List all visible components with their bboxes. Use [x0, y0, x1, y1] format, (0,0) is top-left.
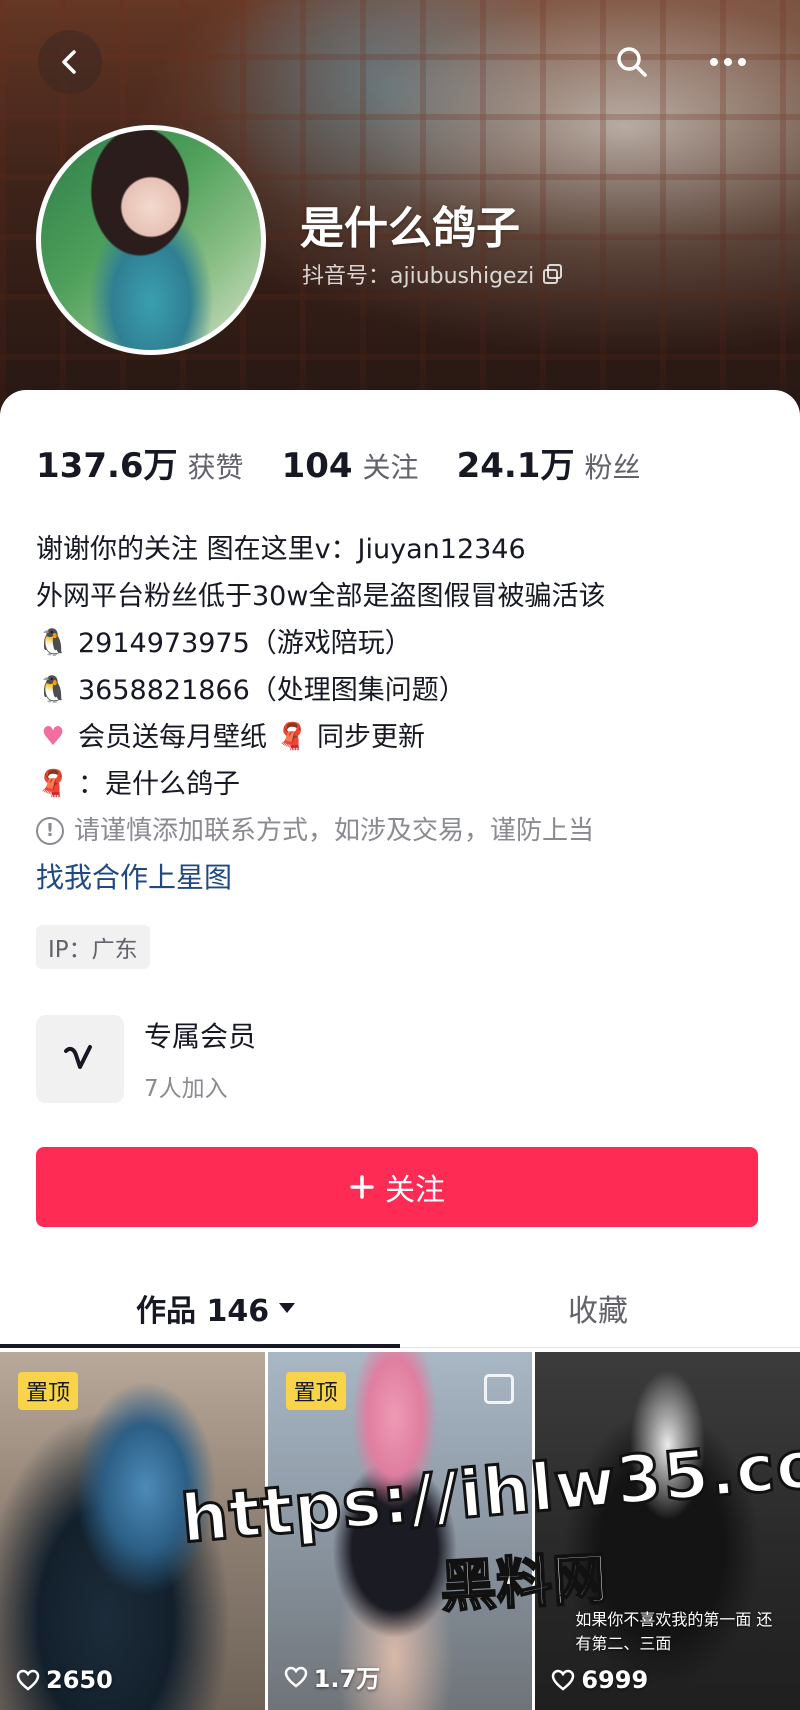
video-likes: 6999	[551, 1666, 648, 1694]
more-dots-icon	[710, 58, 746, 66]
plus-icon	[350, 1175, 374, 1199]
video-likes-count: 6999	[581, 1666, 649, 1694]
scarf-icon: 🧣	[275, 722, 309, 752]
video-likes-count: 2650	[46, 1666, 113, 1694]
pinned-badge: 置顶	[18, 1372, 79, 1410]
scarf-icon: 🧣	[36, 769, 70, 799]
stat-likes[interactable]: 137.6万 获赞	[36, 438, 244, 487]
bio-line: 外网平台粉丝低于30w全部是盗图假冒被骗活该	[36, 581, 606, 612]
tab-favorites[interactable]: 收藏	[568, 1268, 628, 1348]
tab-favorites-label: 收藏	[568, 1294, 628, 1329]
bio-sync-text: 同步更新	[317, 722, 425, 753]
bio-line-qq-1: 🐧 2914973975（游戏陪玩）	[36, 620, 776, 667]
stats-row: 137.6万 获赞 104 关注 24.1万 粉丝	[36, 438, 678, 487]
copy-icon	[543, 264, 563, 284]
member-text: 专属会员 7人加入	[144, 1015, 256, 1103]
penguin-icon: 🐧	[36, 675, 70, 705]
stat-followers-label: 粉丝	[584, 451, 641, 484]
tab-works-label: 作品 146	[136, 1294, 270, 1329]
profile-name: 是什么鸽子	[300, 203, 520, 254]
ip-location-badge: IP：广东	[36, 925, 150, 969]
back-button[interactable]	[38, 30, 102, 94]
stat-followers[interactable]: 24.1万 粉丝	[457, 438, 641, 487]
bio-line-qq-2: 🐧 3658821866（处理图集问题）	[36, 667, 776, 714]
bio-line-alias: 🧣 ：是什么鸽子	[36, 761, 776, 808]
bio: 谢谢你的关注 图在这里v：Jiuyan12346 外网平台粉丝低于30w全部是盗…	[36, 526, 776, 902]
more-button[interactable]	[696, 30, 760, 94]
heart-outline-icon	[284, 1666, 307, 1688]
watermark: https://ihlw35.com 黑料网	[177, 1360, 800, 1660]
qq-number-1: 2914973975（游戏陪玩）	[78, 628, 412, 659]
chevron-left-icon	[62, 50, 76, 74]
tab-indicator	[0, 1344, 400, 1348]
stat-likes-label: 获赞	[187, 451, 244, 484]
video-likes-count: 1.7万	[313, 1665, 381, 1693]
watermark-url: https://ihlw35.com	[177, 1418, 800, 1560]
member-v-icon	[36, 1015, 124, 1103]
bio-line-member: ♥ 会员送每月壁纸 🧣 同步更新	[36, 714, 776, 761]
content-tabs: 作品 146 收藏	[0, 1268, 800, 1348]
exclamation-circle-icon: !	[36, 817, 64, 845]
stat-following-value: 104	[281, 446, 353, 486]
search-button[interactable]	[600, 30, 664, 94]
video-likes: 1.7万	[284, 1659, 381, 1694]
penguin-icon: 🐧	[36, 628, 70, 658]
douyin-id[interactable]: 抖音号：ajiubushigezi	[302, 258, 564, 290]
stat-following-label: 关注	[362, 451, 419, 484]
stat-following[interactable]: 104 关注	[282, 446, 419, 486]
member-title: 专属会员	[144, 1020, 257, 1053]
douyin-id-text: 抖音号：ajiubushigezi	[302, 264, 535, 289]
bio-alias-text: ：是什么鸽子	[78, 769, 240, 800]
stat-likes-value: 137.6万	[36, 446, 178, 486]
member-subtitle: 7人加入	[144, 1076, 228, 1102]
avatar[interactable]	[36, 125, 266, 355]
watermark-name: 黑料网	[438, 1546, 611, 1622]
follow-button-label: 关注	[385, 1173, 445, 1208]
heart-outline-icon	[552, 1669, 575, 1691]
contact-warning-text: 请谨慎添加联系方式，如涉及交易，谨防上当	[74, 816, 595, 846]
stat-followers-value: 24.1万	[456, 446, 575, 486]
caret-down-icon	[279, 1303, 296, 1313]
follow-button[interactable]: 关注	[36, 1147, 758, 1227]
bio-line: 谢谢你的关注 图在这里v：Jiuyan12346	[36, 534, 526, 565]
search-icon	[617, 47, 647, 77]
cooperation-link[interactable]: 找我合作上星图	[36, 854, 776, 902]
qq-number-2: 3658821866（处理图集问题）	[78, 675, 466, 706]
bio-member-text: 会员送每月壁纸	[78, 722, 267, 753]
tab-works[interactable]: 作品 146	[136, 1268, 297, 1348]
contact-warning: ! 请谨慎添加联系方式，如涉及交易，谨防上当	[36, 808, 776, 854]
heart-outline-icon	[16, 1669, 40, 1691]
exclusive-member-entry[interactable]: 专属会员 7人加入	[36, 1015, 256, 1103]
video-likes: 2650	[16, 1666, 113, 1694]
pink-heart-icon: ♥	[41, 722, 65, 752]
